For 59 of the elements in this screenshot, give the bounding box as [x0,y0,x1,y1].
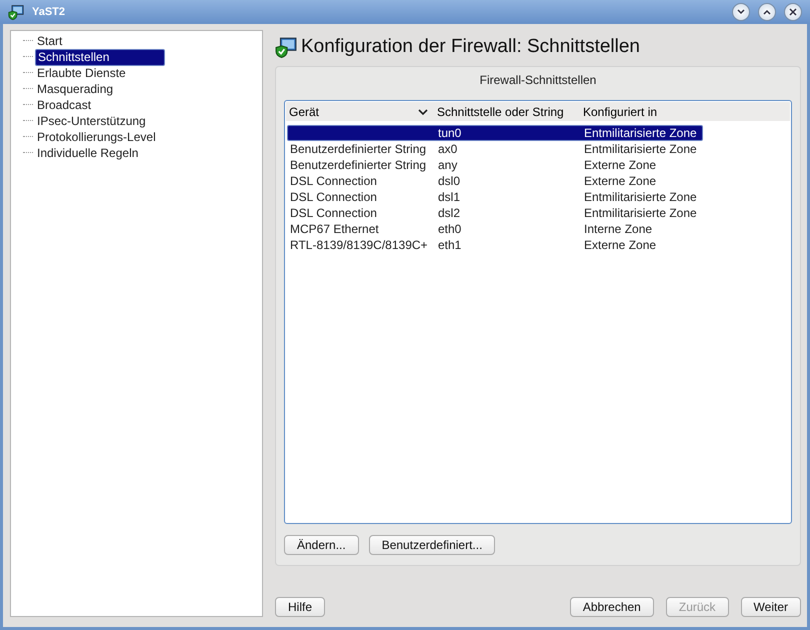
table-cell-text: DSL Connection [289,174,378,188]
table-cell-text: dsl0 [437,174,462,188]
minimize-button[interactable] [732,3,750,21]
tree-item[interactable]: Broadcast [35,98,94,112]
tree-item[interactable]: Masquerading [35,82,116,96]
table-row[interactable]: DSL Connection dsl1 Entmilitarisierte Zone [287,189,703,205]
chevron-down-icon [737,9,745,15]
tree-item[interactable]: Protokollierungs-Level [35,130,158,144]
table-cell-text: Benutzerdefinierter String [289,142,428,156]
column-header[interactable]: Konfiguriert in [580,104,700,118]
table-row[interactable]: DSL Connection dsl0 Externe Zone [287,173,703,189]
cancel-button[interactable]: Abbrechen [570,597,654,617]
tree-item[interactable]: IPsec-Unterstützung [35,114,148,128]
group-title: Firewall-Schnittstellen [480,73,596,87]
table-cell-text: RTL-8139/8139C/8139C+ [289,238,429,252]
table-row[interactable]: RTL-8139/8139C/8139C+ eth1 Externe Zone [287,237,703,253]
table-cell-text: any [437,158,458,172]
table-cell-text: Entmilitarisierte Zone [583,190,698,204]
page-heading: Konfiguration der Firewall: Schnittstellen [301,36,640,58]
table-cell-text: Externe Zone [583,174,658,188]
table-row[interactable]: DSL Connection dsl2 Entmilitarisierte Zone [287,205,703,221]
chevron-up-icon [763,9,771,15]
maximize-button[interactable] [758,3,776,21]
table-row[interactable]: tun0 Entmilitarisierte Zone [287,125,703,141]
table-cell-text: dsl2 [437,206,462,220]
close-button[interactable] [784,3,802,21]
table-cell-text: Entmilitarisierte Zone [583,206,698,220]
table-row[interactable]: MCP67 Ethernet eth0 Interne Zone [287,221,703,237]
column-header[interactable]: Schnittstelle oder String [434,104,580,118]
table-cell-text: tun0 [437,126,462,140]
table-cell-text: Interne Zone [583,222,654,236]
table-cell-text: dsl1 [437,190,462,204]
table-cell-text: eth1 [437,238,462,252]
table-cell-text: Externe Zone [583,238,658,252]
tree-item[interactable]: Start [35,34,64,48]
edit-button[interactable]: Ändern... [284,535,359,555]
tree-item[interactable]: Individuelle Regeln [35,146,140,160]
app-icon [8,4,24,20]
next-button[interactable]: Weiter [740,597,801,617]
table-cell-text: ax0 [437,142,458,156]
table-row[interactable]: Benutzerdefinierter String any Externe Zone [287,157,703,173]
tree-item[interactable]: Schnittstellen [35,48,165,66]
table-cell-text: Benutzerdefinierter String [289,158,428,172]
tree-item[interactable]: Erlaubte Dienste [35,66,128,80]
column-header[interactable]: Gerät [286,104,434,118]
firewall-icon [275,36,297,58]
sort-icon [418,108,428,116]
table-cell-text: eth0 [437,222,462,236]
table-row[interactable]: Benutzerdefinierter String ax0 Entmilitarisierte Zone [287,141,703,157]
table-cell-text: Externe Zone [583,158,658,172]
table-cell-text: DSL Connection [289,190,378,204]
table-cell-text: Entmilitarisierte Zone [583,142,698,156]
table-cell-text: Entmilitarisierte Zone [583,126,698,140]
close-icon [789,8,797,16]
custom-button[interactable]: Benutzerdefiniert... [368,535,496,555]
table-cell-text: MCP67 Ethernet [289,222,380,236]
table-cell-text: DSL Connection [289,206,378,220]
window-title: YaST2 [32,6,66,18]
help-button[interactable]: Hilfe [275,597,326,617]
